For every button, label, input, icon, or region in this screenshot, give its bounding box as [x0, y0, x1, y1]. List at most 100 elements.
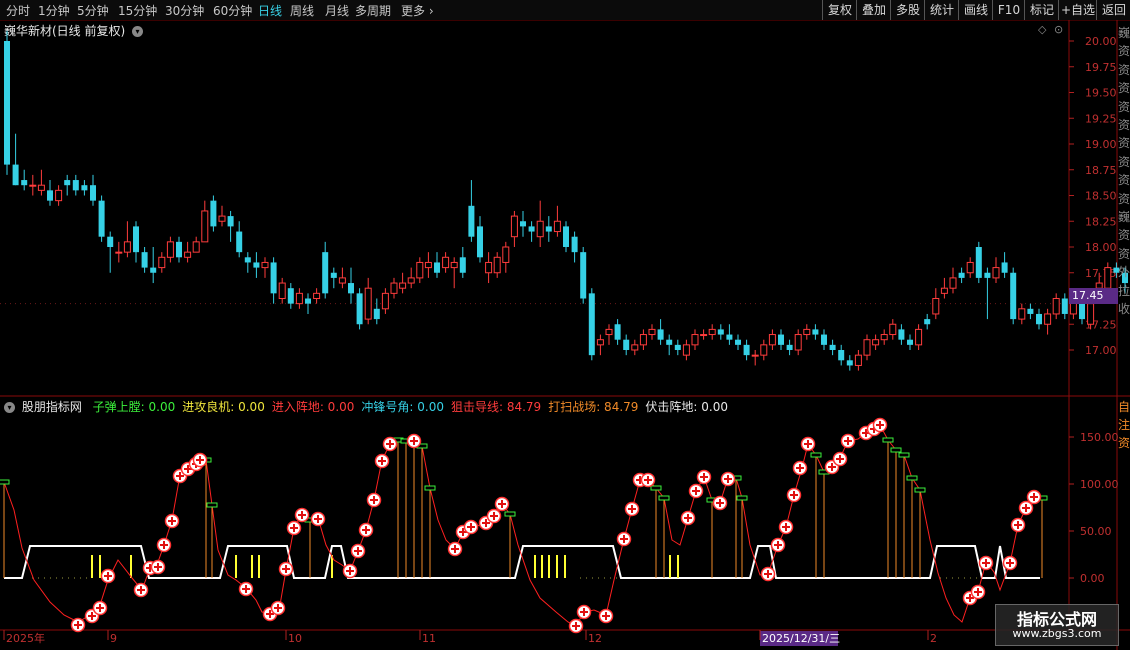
candle-body — [812, 329, 819, 335]
candle-body — [1044, 313, 1052, 325]
green-marker — [906, 475, 918, 481]
side-char: 资 — [1118, 154, 1130, 169]
price-tick-label: 18.00 — [1085, 241, 1117, 254]
candle-body — [47, 190, 53, 201]
candle-body — [708, 328, 716, 336]
candle-body — [72, 180, 79, 191]
price-tick-label: 19.25 — [1085, 112, 1117, 125]
candle-body — [210, 200, 217, 227]
candle-body — [236, 231, 243, 253]
candle-body — [657, 329, 664, 340]
candle-body — [682, 344, 690, 356]
candle-body — [123, 241, 131, 253]
side-panel-text: 巍资资资资资资资资资巍资资外拉收 — [1118, 24, 1130, 319]
candle-body — [244, 257, 251, 263]
candle-body — [1018, 308, 1026, 320]
candle-body — [907, 339, 913, 345]
green-marker — [810, 452, 822, 458]
side-char: 资 — [1118, 99, 1130, 114]
candle-body — [477, 226, 483, 258]
candle-body — [305, 298, 311, 304]
side-char: 资 — [1118, 173, 1130, 188]
candle-body — [98, 200, 105, 237]
candle-body — [468, 205, 475, 237]
candle-body — [399, 282, 407, 289]
candle-body — [829, 344, 836, 350]
price-tick-label: 19.75 — [1085, 61, 1117, 74]
candle-body — [150, 267, 157, 273]
side-char: 资 — [1118, 118, 1130, 133]
price-tick-label: 20.00 — [1085, 35, 1117, 48]
candle-body — [12, 164, 19, 186]
side-char: 资 — [1118, 62, 1130, 77]
date-label: 9 — [110, 632, 117, 645]
side-char: 资 — [1118, 228, 1130, 243]
ind-tick-label: 50.00 — [1080, 525, 1112, 538]
candle-body — [717, 329, 724, 335]
candle-body — [924, 319, 931, 325]
candle-body — [485, 261, 493, 274]
candle-body — [545, 226, 552, 232]
side-char: 拉 — [1118, 283, 1130, 298]
side-char: 自 — [1118, 400, 1130, 414]
candle-body — [536, 220, 544, 238]
candle-body — [631, 344, 639, 351]
candle-body — [4, 41, 10, 165]
ind-tick-label: 0.00 — [1080, 572, 1105, 585]
candle-body — [434, 262, 440, 273]
candle-body — [854, 354, 862, 366]
price-tick-label: 18.25 — [1085, 215, 1117, 228]
candle-body — [381, 292, 389, 310]
side-char: 资 — [1118, 246, 1130, 261]
candle-body — [794, 334, 802, 351]
candle-body — [1087, 303, 1095, 325]
candle-body — [364, 287, 372, 320]
candle-body — [459, 257, 466, 273]
sniper-line — [3, 424, 1043, 627]
side-char: 巍 — [1118, 26, 1130, 40]
candle-body — [295, 292, 303, 305]
candle-body — [107, 236, 114, 247]
date-label: 2025/12/31/三 — [762, 632, 840, 645]
candle-body — [133, 226, 139, 253]
watermark: 指标公式网 www.zbgs3.com — [995, 604, 1119, 646]
candle-body — [201, 210, 209, 243]
candle-body — [390, 282, 398, 294]
candle-body — [949, 277, 957, 289]
candle-body — [81, 185, 88, 191]
green-marker — [0, 479, 10, 485]
candle-body — [915, 328, 923, 346]
candle-body — [768, 334, 776, 346]
candle-body — [176, 241, 182, 258]
side-char: 注 — [1118, 418, 1130, 432]
candle-body — [846, 360, 853, 366]
candle-body — [502, 246, 510, 263]
candle-body — [889, 323, 897, 336]
candle-body — [407, 277, 415, 284]
candle-body — [596, 339, 604, 346]
current-price-tag: 17.45 — [1069, 288, 1118, 304]
candle-body — [510, 215, 518, 238]
price-tick-label: 18.75 — [1085, 164, 1117, 177]
candle-body — [992, 267, 1000, 279]
side-char: 资 — [1118, 191, 1130, 206]
candle-body — [1052, 298, 1060, 315]
candle-body — [838, 350, 845, 361]
candle-body — [1001, 262, 1008, 273]
candle-body — [778, 334, 784, 345]
candle-body — [261, 261, 269, 269]
green-marker — [914, 487, 926, 493]
side-char: 资 — [1118, 136, 1130, 151]
candle-body — [726, 334, 733, 340]
candle-body — [90, 185, 96, 201]
candle-body — [563, 226, 569, 247]
candle-body — [115, 251, 123, 254]
chart-canvas: 20.0019.7519.5019.2519.0018.7518.5018.25… — [0, 20, 1130, 650]
candle-body — [253, 262, 260, 268]
green-marker — [424, 485, 436, 491]
candle-body — [571, 236, 578, 253]
candle-body — [313, 292, 321, 300]
candle-body — [588, 293, 595, 356]
candle-body — [639, 334, 647, 346]
candle-body — [184, 251, 192, 258]
